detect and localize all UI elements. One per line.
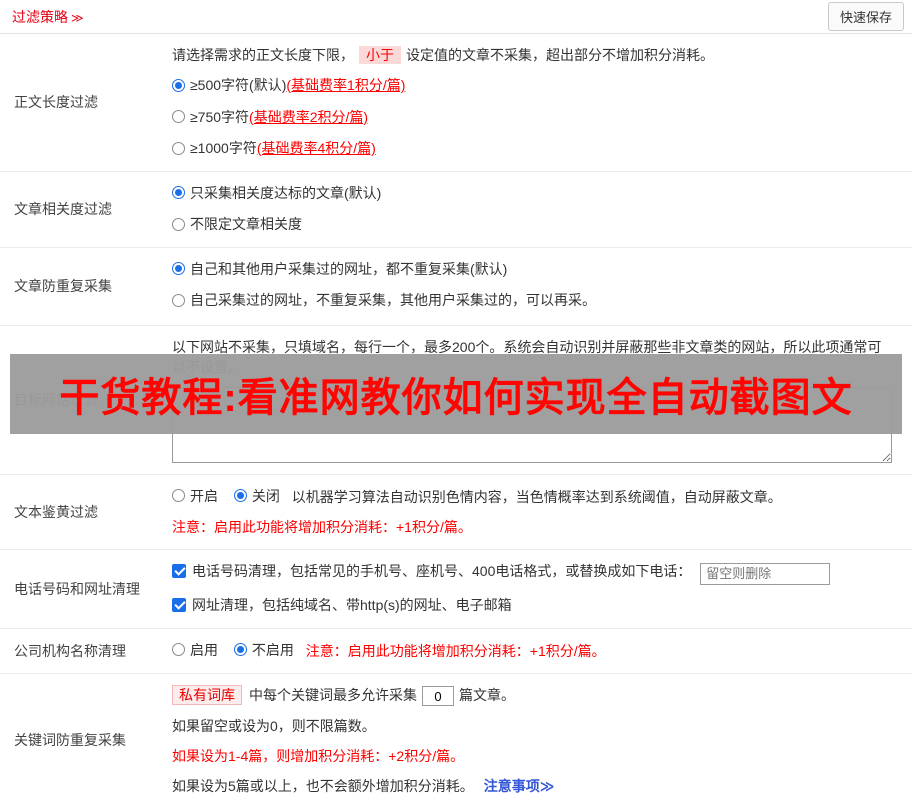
checkbox-phone-clean[interactable]: 电话号码清理，包括常见的手机号、座机号、400电话格式，或替换成如下电话：: [172, 561, 691, 581]
radio-icon: [172, 110, 185, 123]
length-intro-post: 设定值的文章不采集，超出部分不增加积分消耗。: [406, 47, 714, 63]
row-porn-filter: 文本鉴黄过滤 开启 关闭 以机器学习算法自动识别色情内容，当色情概率达到系统阈值…: [0, 475, 912, 550]
radio-company-enable[interactable]: 启用: [172, 640, 218, 660]
row-label-keyword: 关键词防重复采集: [14, 732, 126, 749]
porn-filter-description: 以机器学习算法自动识别色情内容，当色情概率达到系统阈值，自动屏蔽文章。: [291, 489, 782, 505]
radio-icon: [172, 293, 185, 307]
private-lexicon-tag: 私有词库: [172, 684, 242, 705]
radio-company-disable-label: 不启用: [251, 641, 294, 658]
radio-dedup-self-only-label: 自己采集过的网址，不重复采集，其他用户采集过的，可以再采。: [190, 292, 596, 308]
length-intro: 请选择需求的正文长度下限， 小于 设定值的文章不采集，超出部分不增加积分消耗。: [172, 45, 898, 65]
radio-icon: [233, 489, 247, 502]
keyword-limit-input[interactable]: [422, 686, 454, 707]
page-title: 过滤策略: [12, 8, 68, 25]
replacement-phone-input[interactable]: [700, 562, 831, 585]
radio-length-750[interactable]: ≥750字符 (基础费率2积分/篇): [172, 107, 368, 127]
radio-company-disable[interactable]: 不启用: [233, 640, 294, 660]
porn-filter-cost-note: 注意：启用此功能将增加积分消耗：+1积分/篇。: [172, 519, 472, 535]
row-label-relevance: 文章相关度过滤: [14, 201, 112, 217]
quick-save-button[interactable]: 快速保存: [827, 2, 904, 31]
radio-icon: [172, 78, 185, 92]
keyword-note-1-4: 如果设为1-4篇，则增加积分消耗：+2积分/篇。: [172, 748, 465, 765]
radio-relevance-any[interactable]: 不限定文章相关度: [172, 214, 302, 234]
row-label-company: 公司机构名称清理: [14, 642, 126, 659]
radio-relevance-any-label: 不限定文章相关度: [190, 216, 302, 232]
radio-porn-off-label: 关闭: [251, 487, 280, 504]
radio-porn-on-label: 开启: [190, 487, 218, 504]
radio-icon: [172, 186, 185, 199]
radio-icon: [172, 643, 185, 657]
radio-length-1000-fee: (基础费率4积分/篇): [256, 140, 376, 156]
row-label-length: 正文长度过滤: [14, 94, 98, 111]
checkbox-icon: [172, 563, 186, 578]
radio-company-enable-label: 启用: [190, 641, 218, 658]
row-label-dedup: 文章防重复采集: [14, 278, 112, 294]
radio-dedup-self-only[interactable]: 自己采集过的网址，不重复采集，其他用户采集过的，可以再采。: [172, 290, 596, 310]
radio-porn-on[interactable]: 开启: [172, 486, 218, 506]
topbar: 过滤策略 ≫ 快速保存: [0, 0, 912, 34]
row-phone-url-clean: 电话号码和网址清理 电话号码清理，包括常见的手机号、座机号、400电话格式，或替…: [0, 550, 912, 629]
watermark-banner: 干货教程:看准网教你如何实现全自动截图文: [10, 354, 902, 434]
radio-length-1000[interactable]: ≥1000字符 (基础费率4积分/篇): [172, 138, 376, 158]
radio-icon: [172, 141, 185, 155]
company-clean-cost-note: 注意：启用此功能将增加积分消耗：+1积分/篇。: [305, 643, 606, 660]
row-relevance-filter: 文章相关度过滤 只采集相关度达标的文章(默认) 不限定文章相关度: [0, 172, 912, 248]
radio-length-1000-label: ≥1000字符: [190, 140, 257, 156]
radio-icon: [233, 643, 247, 657]
radio-length-750-fee: (基础费率2积分/篇): [249, 108, 369, 125]
watermark-text: 干货教程:看准网教你如何实现全自动截图文: [59, 376, 853, 420]
keyword-note-5plus: 如果设为5篇或以上，也不会额外增加积分消耗。: [172, 778, 474, 795]
row-label-phone-url: 电话号码和网址清理: [14, 580, 140, 597]
radio-length-500-fee: (基础费率1积分/篇): [286, 77, 406, 93]
radio-length-500[interactable]: ≥500字符(默认) (基础费率1积分/篇): [172, 75, 405, 95]
row-keyword-dedup: 关键词防重复采集 私有词库中每个关键词最多允许采集 篇文章。 如果留空或设为0，则…: [0, 674, 912, 807]
checkbox-phone-clean-label: 电话号码清理，包括常见的手机号、座机号、400电话格式，或替换成如下电话：: [192, 562, 692, 579]
filter-strategy-title[interactable]: 过滤策略 ≫: [12, 7, 84, 27]
radio-dedup-global-label: 自己和其他用户采集过的网址，都不重复采集(默认): [190, 260, 508, 277]
radio-relevance-strict-label: 只采集相关度达标的文章(默认): [190, 184, 382, 201]
double-chevron-icon: ≫: [71, 10, 84, 25]
radio-porn-off[interactable]: 关闭: [233, 486, 280, 506]
radio-icon: [172, 262, 185, 275]
radio-relevance-strict[interactable]: 只采集相关度达标的文章(默认): [172, 183, 381, 203]
row-dedup-filter: 文章防重复采集 自己和其他用户采集过的网址，都不重复采集(默认) 自己采集过的网…: [0, 248, 912, 326]
checkbox-url-clean[interactable]: 网址清理，包括纯域名、带http(s)的网址、电子邮箱: [172, 595, 512, 615]
radio-dedup-global[interactable]: 自己和其他用户采集过的网址，都不重复采集(默认): [172, 259, 507, 279]
keyword-limit-unit: 篇文章。: [459, 686, 515, 703]
checkbox-icon: [172, 597, 186, 612]
keyword-note-zero: 如果留空或设为0，则不限篇数。: [172, 718, 376, 735]
keyword-limit-text: 中每个关键词最多允许采集: [249, 686, 417, 703]
notice-link[interactable]: 注意事项≫: [484, 778, 555, 794]
radio-icon: [172, 217, 185, 231]
radio-length-500-label: ≥500字符(默认): [190, 77, 287, 93]
row-label-porn: 文本鉴黄过滤: [14, 503, 98, 520]
length-intro-pre: 请选择需求的正文长度下限，: [172, 47, 354, 63]
row-company-clean: 公司机构名称清理 启用 不启用 注意：启用此功能将增加积分消耗：+1积分/篇。: [0, 629, 912, 674]
less-than-highlight: 小于: [359, 46, 401, 64]
radio-icon: [172, 489, 185, 502]
row-length-filter: 正文长度过滤 请选择需求的正文长度下限， 小于 设定值的文章不采集，超出部分不增加积…: [0, 34, 912, 172]
radio-length-750-label: ≥750字符: [190, 108, 250, 125]
checkbox-url-clean-label: 网址清理，包括纯域名、带http(s)的网址、电子邮箱: [192, 596, 512, 613]
